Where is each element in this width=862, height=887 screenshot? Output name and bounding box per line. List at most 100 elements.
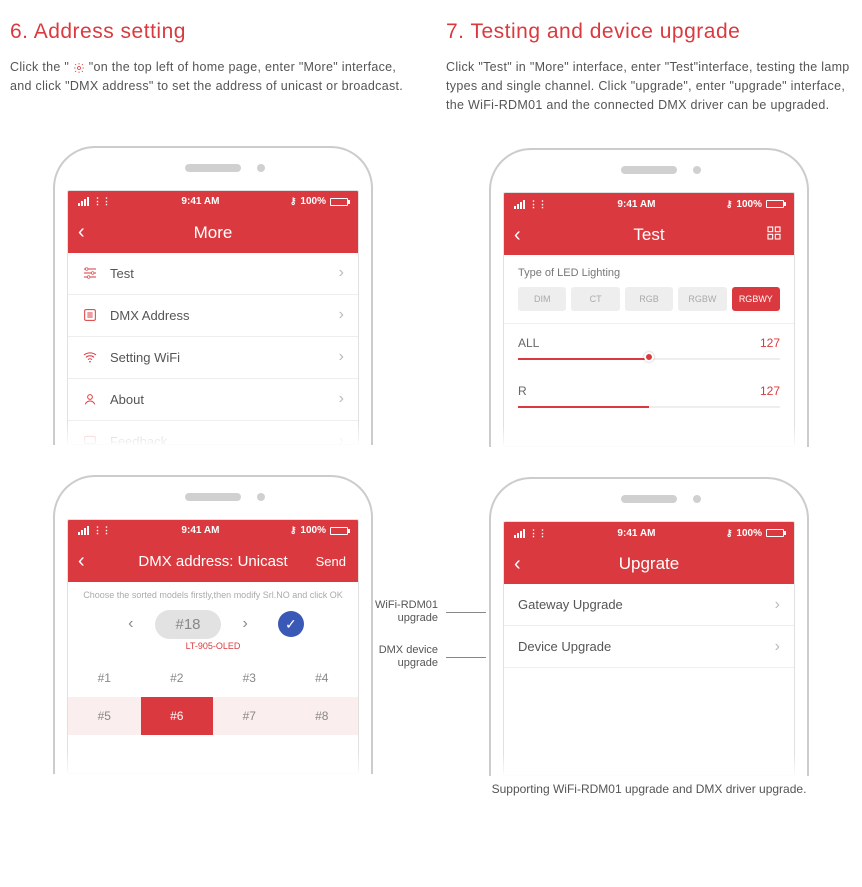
- row-device-upgrade[interactable]: Device Upgrade ›: [504, 626, 794, 668]
- row-label: DMX Address: [110, 308, 189, 323]
- bluetooth-icon: ⚷: [726, 528, 733, 539]
- row-gateway-upgrade[interactable]: Gateway Upgrade ›: [504, 584, 794, 626]
- slider-value: 127: [760, 384, 780, 398]
- row-label: Test: [110, 266, 134, 281]
- seg-ct[interactable]: CT: [571, 287, 619, 311]
- back-button[interactable]: ‹: [78, 221, 85, 244]
- type-label: Type of LED Lighting: [504, 255, 794, 287]
- desc-text: Click the ": [10, 60, 73, 74]
- phone-frame-dmx: ⋮⋮ 9:41 AM ⚷ 100% ‹ DMX address: Unicast…: [53, 475, 373, 774]
- bluetooth-icon: ⚷: [290, 525, 297, 536]
- section-6-title: 6. Address setting: [10, 20, 416, 44]
- section-7-desc: Click "Test" in "More" interface, enter …: [446, 58, 852, 114]
- status-time: 9:41 AM: [181, 525, 219, 536]
- callout-device: DMX device upgrade: [358, 644, 446, 670]
- seg-rgb[interactable]: RGB: [625, 287, 673, 311]
- row-feedback[interactable]: Feedback ›: [68, 421, 358, 445]
- wifi-icon: ⋮⋮: [93, 525, 111, 536]
- list-icon: [82, 307, 98, 323]
- row-dmx-address[interactable]: DMX Address ›: [68, 295, 358, 337]
- picker-next-button[interactable]: ›: [237, 611, 254, 637]
- slider-label: R: [518, 384, 527, 398]
- section-6-desc: Click the " "on the top left of home pag…: [10, 58, 416, 96]
- row-setting-wifi[interactable]: Setting WiFi ›: [68, 337, 358, 379]
- chevron-right-icon: ›: [775, 638, 780, 656]
- seg-rgbw[interactable]: RGBW: [678, 287, 726, 311]
- status-bar: ⋮⋮ 9:41 AM ⚷ 100%: [68, 520, 358, 542]
- row-label: Gateway Upgrade: [518, 597, 623, 612]
- dmx-cell[interactable]: #5: [68, 697, 141, 735]
- user-icon: [82, 391, 98, 407]
- row-label: Feedback: [110, 434, 167, 445]
- chevron-right-icon: ›: [339, 432, 344, 445]
- back-button[interactable]: ‹: [78, 550, 85, 573]
- row-label: Device Upgrade: [518, 639, 611, 654]
- wifi-icon: ⋮⋮: [529, 199, 547, 210]
- segment-row: DIM CT RGB RGBW RGBWY: [504, 287, 794, 324]
- dmx-cell[interactable]: #4: [286, 659, 359, 697]
- row-label: Setting WiFi: [110, 350, 180, 365]
- signal-icon: [78, 197, 89, 206]
- dmx-model: LT-905-OLED: [68, 641, 358, 659]
- battery-icon: [766, 200, 784, 208]
- send-button[interactable]: Send: [316, 554, 346, 569]
- nav-bar-dmx: ‹ DMX address: Unicast Send: [68, 542, 358, 582]
- gear-icon: [73, 62, 85, 74]
- chevron-right-icon: ›: [339, 306, 344, 324]
- chevron-right-icon: ›: [339, 348, 344, 366]
- slider-track[interactable]: [518, 406, 780, 408]
- nav-title: More: [194, 223, 233, 243]
- battery-pct: 100%: [300, 196, 326, 207]
- dmx-cell[interactable]: #8: [286, 697, 359, 735]
- grid-icon[interactable]: [766, 225, 782, 246]
- chevron-right-icon: ›: [339, 264, 344, 282]
- phone-frame-test: ⋮⋮ 9:41 AM ⚷ 100% ‹ Test: [489, 148, 809, 447]
- wifi-icon: ⋮⋮: [93, 196, 111, 207]
- slider-label: ALL: [518, 336, 539, 350]
- nav-bar-more: ‹ More: [68, 213, 358, 253]
- seg-rgbwy[interactable]: RGBWY: [732, 287, 780, 311]
- phone-frame-upgrade: ⋮⋮ 9:41 AM ⚷ 100% ‹ Upgrate: [489, 477, 809, 776]
- slider-track[interactable]: [518, 358, 780, 360]
- slider-thumb[interactable]: [644, 352, 654, 362]
- slider-r[interactable]: R 127: [504, 372, 794, 420]
- picker-ok-button[interactable]: ✓: [278, 611, 304, 637]
- row-about[interactable]: About ›: [68, 379, 358, 421]
- battery-icon: [330, 527, 348, 535]
- battery-icon: [766, 529, 784, 537]
- dmx-cell[interactable]: #3: [213, 659, 286, 697]
- nav-title: Test: [633, 225, 664, 245]
- dmx-grid: #1 #2 #3 #4 #5 #6 #7 #8: [68, 659, 358, 735]
- picker-value: #18: [155, 610, 220, 639]
- signal-icon: [514, 529, 525, 538]
- row-test[interactable]: Test ›: [68, 253, 358, 295]
- callout-gateway: WiFi-RDM01 upgrade: [358, 599, 446, 625]
- wifi-icon: [82, 349, 98, 365]
- status-time: 9:41 AM: [617, 528, 655, 539]
- status-time: 9:41 AM: [181, 196, 219, 207]
- dmx-cell[interactable]: #2: [141, 659, 214, 697]
- dmx-cell-selected[interactable]: #6: [141, 697, 214, 735]
- nav-bar-upgrade: ‹ Upgrate: [504, 544, 794, 584]
- back-button[interactable]: ‹: [514, 224, 521, 247]
- sliders-icon: [82, 265, 98, 281]
- nav-title: Upgrate: [619, 554, 679, 574]
- back-button[interactable]: ‹: [514, 553, 521, 576]
- dmx-cell[interactable]: #7: [213, 697, 286, 735]
- bluetooth-icon: ⚷: [726, 199, 733, 210]
- dmx-cell[interactable]: #1: [68, 659, 141, 697]
- picker-prev-button[interactable]: ‹: [122, 611, 139, 637]
- phone-frame-more: ⋮⋮ 9:41 AM ⚷ 100% ‹ More: [53, 146, 373, 445]
- dmx-hint: Choose the sorted models firstly,then mo…: [68, 582, 358, 606]
- chat-icon: [82, 433, 98, 445]
- seg-dim[interactable]: DIM: [518, 287, 566, 311]
- wifi-icon: ⋮⋮: [529, 528, 547, 539]
- status-time: 9:41 AM: [617, 199, 655, 210]
- status-bar: ⋮⋮ 9:41 AM ⚷ 100%: [504, 522, 794, 544]
- battery-pct: 100%: [736, 199, 762, 210]
- status-bar: ⋮⋮ 9:41 AM ⚷ 100%: [504, 193, 794, 215]
- chevron-right-icon: ›: [339, 390, 344, 408]
- slider-all[interactable]: ALL 127: [504, 324, 794, 372]
- section-7-title: 7. Testing and device upgrade: [446, 20, 852, 44]
- battery-icon: [330, 198, 348, 206]
